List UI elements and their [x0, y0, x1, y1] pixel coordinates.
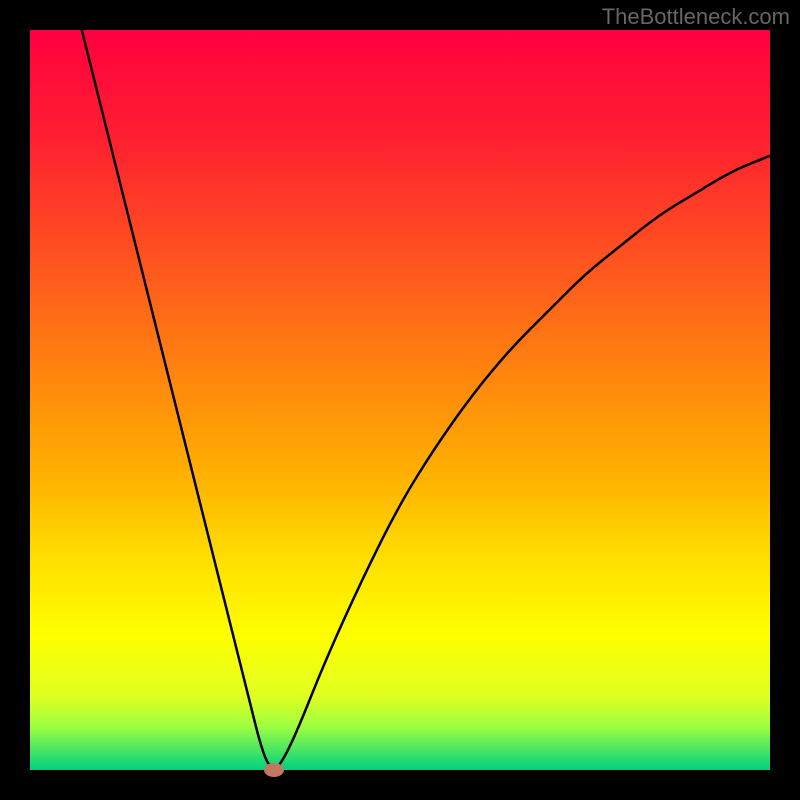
- chart-curve: [30, 30, 770, 770]
- chart-marker: [264, 763, 284, 777]
- watermark-label: TheBottleneck.com: [602, 4, 790, 30]
- chart-plot-area: [30, 30, 770, 770]
